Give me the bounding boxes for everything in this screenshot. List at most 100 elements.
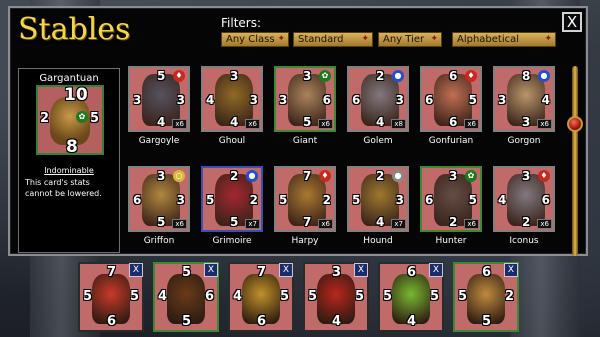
remove-card-button[interactable]: X	[129, 263, 143, 277]
card-face: 8 3 4 3 ● x6	[493, 66, 555, 132]
stat-left: 3	[279, 93, 288, 107]
stat-bottom: 4	[230, 115, 239, 129]
class-filter-dropdown[interactable]: Any Class ✦	[221, 32, 289, 47]
stat-bottom: 3	[522, 115, 531, 129]
collection-card[interactable]: 3 6 5 2 ✿ x6 Hunter	[417, 166, 485, 262]
collection-card[interactable]: 3 3 6 5 ✿ x6 Giant	[271, 66, 339, 162]
scrollbar-track[interactable]	[572, 66, 578, 256]
stat-bottom: 6	[107, 314, 117, 329]
dropdown-arrow-icon: ✦	[277, 34, 285, 44]
water-element-icon: ●	[392, 70, 404, 82]
stat-left: 3	[498, 93, 507, 107]
stat-top: 2	[230, 169, 239, 183]
card-name: Hunter	[435, 236, 467, 246]
card-name: Harpy	[291, 236, 319, 246]
card-face: 3 4 3 4 x6	[201, 66, 263, 132]
stat-bottom: 5	[303, 115, 312, 129]
scrollbar-thumb[interactable]	[567, 116, 583, 132]
remove-card-button[interactable]: X	[204, 263, 218, 277]
collection-card[interactable]: 3 6 3 5 ○ x6 Griffon	[125, 166, 193, 262]
deck-card[interactable]: 5465X	[153, 262, 219, 332]
collection-card[interactable]: 2 6 3 4 ● x8 Golem	[344, 66, 412, 162]
stat-bottom: 4	[376, 215, 385, 229]
collection-card[interactable]: 2 5 3 4 ● x7 Hound	[344, 166, 412, 262]
card-name: Gorgon	[507, 136, 541, 146]
stat-bottom: 7	[303, 215, 312, 229]
stat-top: 8	[522, 69, 531, 83]
stat-left: 3	[133, 93, 142, 107]
fire-element-icon: ♦	[173, 70, 185, 82]
stat-top: 3	[230, 69, 239, 83]
stat-top: 6	[482, 265, 492, 280]
stat-left: 6	[425, 93, 434, 107]
stat-bottom: 5	[157, 215, 166, 229]
close-button[interactable]: X	[562, 12, 582, 32]
stat-top: 7	[303, 169, 312, 183]
card-face: 7 5 2 7 ♦ x6	[274, 166, 336, 232]
sort-dropdown[interactable]: Alphabetical ✦	[452, 32, 556, 47]
deck-card[interactable]: 74 56 X	[228, 262, 294, 332]
sort-value: Alphabetical	[457, 34, 520, 45]
card-count-badge: x6	[318, 219, 333, 229]
stat-right: 5	[89, 111, 99, 126]
collection-card[interactable]: 5 3 3 4 ♦ x6 Gargoyle	[125, 66, 193, 162]
collection-card[interactable]: 8 3 4 3 ● x6 Gorgon	[490, 66, 558, 162]
stat-top: 5	[157, 69, 166, 83]
remove-card-button[interactable]: X	[429, 263, 443, 277]
stat-top: 6	[407, 265, 417, 280]
class-filter-value: Any Class	[226, 34, 275, 45]
card-count-badge: x6	[245, 119, 260, 129]
card-count-badge: x7	[245, 219, 260, 229]
stat-top: 2	[376, 69, 385, 83]
card-face: 2 6 3 4 ● x8	[347, 66, 409, 132]
stat-right: 6	[541, 193, 550, 207]
collection-card[interactable]: 7 5 2 7 ♦ x6 Harpy	[271, 166, 339, 262]
stat-bottom: 2	[522, 215, 531, 229]
stat-right: 5	[468, 193, 477, 207]
tier-filter-dropdown[interactable]: Any Tier ✦	[378, 32, 442, 47]
selected-card-detail: Gargantuan 10 2 5 8 ✿ Indominable This c…	[18, 68, 120, 253]
stat-bottom: 4	[332, 314, 342, 329]
stat-top: 3	[303, 69, 312, 83]
card-face: 6 6 5 6 ♦ x6	[420, 66, 482, 132]
collection-card[interactable]: 6 6 5 6 ♦ x6 Gonfurian	[417, 66, 485, 162]
collection-card[interactable]: 2 5 2 5 ● x7 Grimoire	[198, 166, 266, 262]
collection-card[interactable]: 3 4 6 2 ♦ x6 Iconus	[490, 166, 558, 262]
card-face: 3 6 3 5 ○ x6	[128, 166, 190, 232]
stat-left: 5	[279, 193, 288, 207]
remove-card-button[interactable]: X	[504, 263, 518, 277]
stat-top: 7	[257, 265, 267, 280]
stat-bottom: 5	[182, 314, 192, 329]
remove-card-button[interactable]: X	[354, 263, 368, 277]
stat-left: 4	[206, 93, 215, 107]
stat-right: 2	[322, 193, 331, 207]
poison-element-icon: ✿	[319, 70, 331, 82]
deck-card[interactable]: 6525X	[453, 262, 519, 332]
stat-top: 3	[332, 265, 342, 280]
selected-card-name: Gargantuan	[39, 73, 99, 84]
stat-bottom: 6	[449, 115, 458, 129]
stat-left: 4	[158, 289, 168, 304]
card-count-badge: x7	[391, 219, 406, 229]
stat-top: 2	[376, 169, 385, 183]
card-count-badge: x6	[464, 119, 479, 129]
dropdown-arrow-icon: ✦	[430, 34, 438, 44]
poison-element-icon: ✿	[76, 111, 88, 123]
water-element-icon: ●	[538, 70, 550, 82]
card-count-badge: x6	[464, 219, 479, 229]
set-filter-dropdown[interactable]: Standard ✦	[293, 32, 373, 47]
card-name: Grimoire	[212, 236, 252, 246]
stat-right: 5	[468, 93, 477, 107]
deck-card[interactable]: 75 56 X	[78, 262, 144, 332]
stat-right: 5	[279, 289, 289, 304]
collection-card[interactable]: 3 4 3 4 x6 Ghoul	[198, 66, 266, 162]
set-filter-value: Standard	[298, 34, 344, 45]
deck-card[interactable]: 35 54 X	[303, 262, 369, 332]
filters-label: Filters:	[221, 16, 262, 30]
card-face: 3 4 6 2 ♦ x6	[493, 166, 555, 232]
remove-card-button[interactable]: X	[279, 263, 293, 277]
selected-card-image: 10 2 5 8 ✿	[36, 85, 104, 157]
stat-left: 6	[425, 193, 434, 207]
stat-right: 3	[176, 193, 185, 207]
deck-card[interactable]: 65 54 X	[378, 262, 444, 332]
